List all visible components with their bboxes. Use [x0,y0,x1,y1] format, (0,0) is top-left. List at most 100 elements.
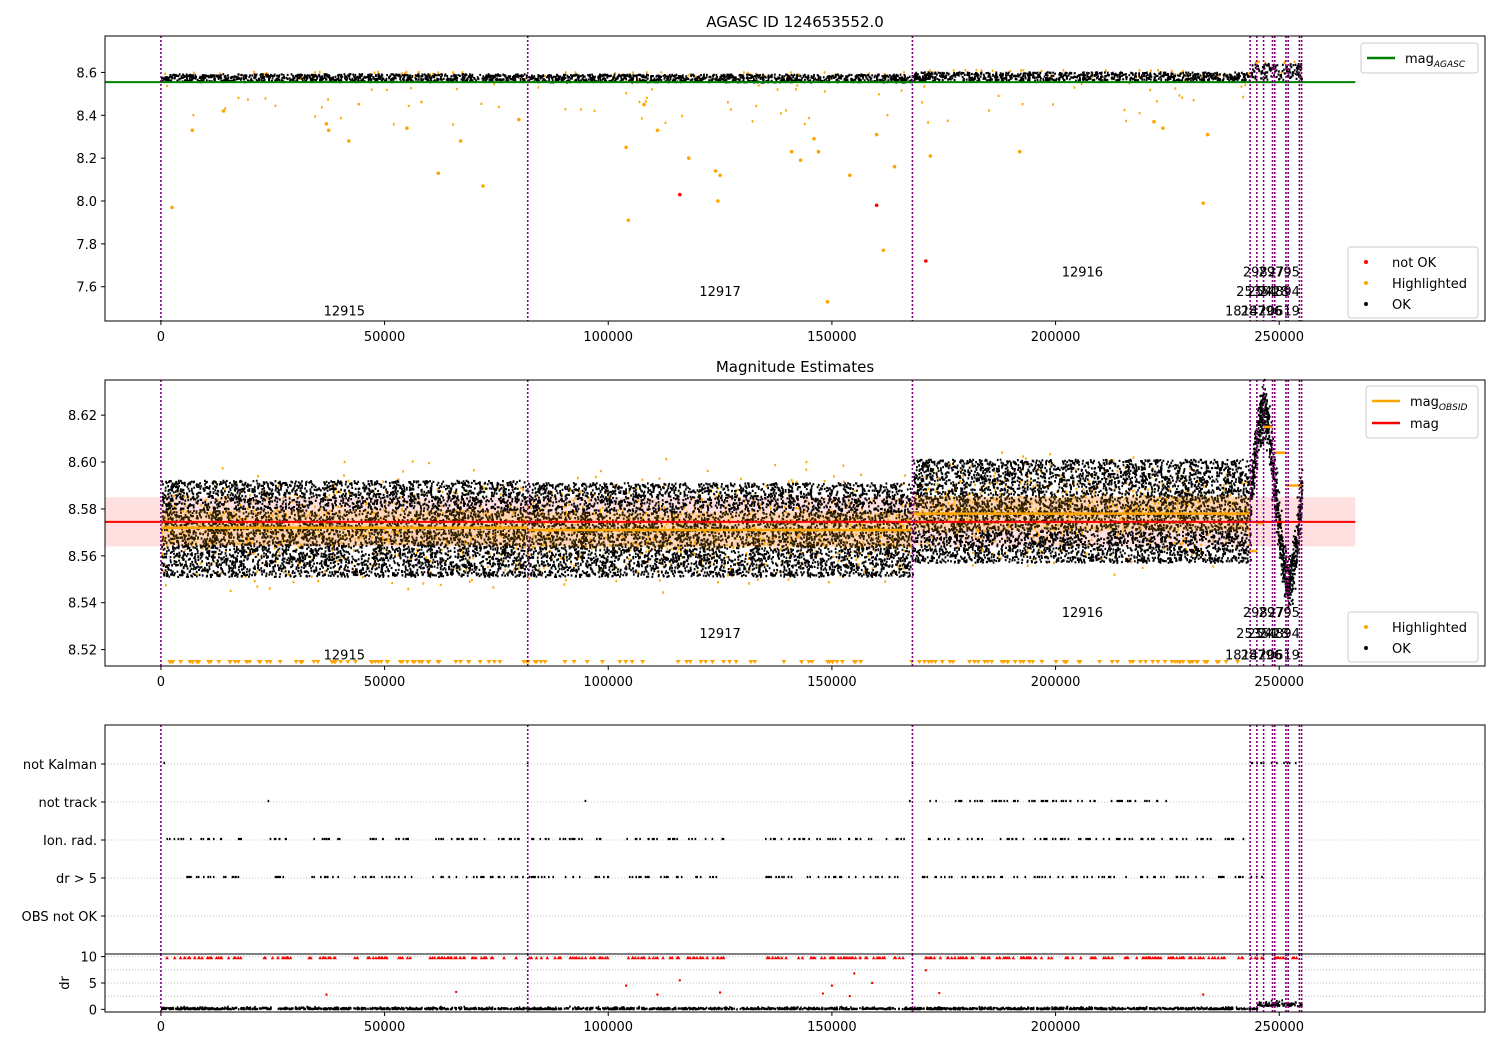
mag-legend-box [1347,611,1479,663]
flags-category-label: not Kalman [23,758,97,773]
agasc-not-ok-point [678,192,682,197]
agasc-highlighted-point [405,126,409,130]
agasc-obsid-label: 12915 [324,304,365,319]
agasc-ytick-label: 8.4 [76,109,97,124]
agasc-highlighted-point [481,184,485,188]
agasc-ytick-label: 8.0 [76,195,97,210]
agasc-obsid-label: 25428 [1247,285,1288,300]
dr-xtick-label: 100000 [583,1020,633,1035]
dr-xtick-label: 0 [157,1020,165,1035]
agasc-highlighted-point [816,149,821,154]
agasc-legend-label: Highlighted [1392,277,1467,292]
mag-legend-marker [1364,646,1368,650]
dr-ytick-label: 10 [80,951,97,966]
agasc-ytick-label: 8.2 [76,152,97,167]
panel-flags: not Kalman not track Ion. rad. dr > 5 OBS no… [22,724,1486,955]
mag-obsid-label: 25428 [1247,627,1288,642]
agasc-obsid-label: 12916 [1062,266,1103,281]
agasc-highlighted-point [458,139,463,143]
agasc-ytick-label: 7.8 [76,238,97,253]
mag-xtick-label: 0 [157,675,165,690]
mag-ytick-label: 8.56 [68,550,97,565]
panel-magnitude-title: Magnitude Estimates [716,358,874,376]
agasc-highlighted-point [847,173,852,178]
agasc-xtick-label: 150000 [807,330,857,345]
agasc-highlighted-point [892,164,897,169]
agasc-highlighted-point [516,117,521,122]
dr-xtick-label: 150000 [807,1020,857,1035]
mag-obsid-label: 12916 [1062,606,1103,621]
dr-outlier-point [938,991,941,995]
dr-ytick-label: 0 [89,1003,97,1018]
agasc-legend-sub: AGASC [1433,60,1466,70]
agasc-highlighted-point [1017,149,1022,154]
agasc-highlighted-point [324,122,329,126]
dr-outlier-point [325,993,328,996]
agasc-highlighted-point [1205,132,1210,137]
dr-outlier-point [1201,993,1205,996]
dr-xtick-label: 250000 [1254,1020,1304,1035]
mag-ytick-label: 8.54 [68,597,97,612]
agasc-highlighted-point [812,137,816,141]
agasc-highlighted-point [436,171,441,175]
dr-outlier-point [656,993,659,996]
panel-agasc: AGASC ID 124653552.0 129151291712916 2982… [76,13,1486,345]
agasc-xtick-label: 0 [157,330,165,345]
mag-legend-marker [1364,625,1368,629]
agasc-highlighted-point [642,102,646,107]
agasc-highlighted-point [190,128,195,133]
agasc-highlighted-point [789,149,794,154]
dr-outlier-point [870,981,874,985]
agasc-highlighted-point [326,128,331,133]
agasc-highlighted-point [624,145,628,150]
agasc-highlighted-point [881,248,886,253]
agasc-highlighted-point [686,156,691,160]
flags-category-label: OBS not OK [22,910,98,925]
mag-ytick-label: 8.52 [68,644,97,659]
mag-ytick-label: 8.62 [68,409,97,424]
dr-outlier-point [624,984,628,987]
flags-category-label: Ion. rad. [43,834,97,849]
mag-obsid-label: 12917 [699,627,740,642]
agasc-obsid-label: 29795 [1259,266,1300,281]
agasc-highlighted-point [798,158,803,163]
agasc-highlighted-point [718,173,722,178]
agasc-highlighted-point [655,128,660,133]
mag-obsid-label: 29795 [1259,606,1300,621]
dr-outlier-point [830,984,834,987]
agasc-highlighted-point [626,218,631,223]
mag-obsid-label: 12915 [324,648,365,663]
mag-xtick-label: 200000 [1031,675,1081,690]
mag-ytick-label: 8.58 [68,503,97,518]
agasc-legend-label: OK [1392,298,1411,313]
dr-xtick-label: 50000 [364,1020,405,1035]
agasc-highlighted-point [1152,119,1156,124]
agasc-highlighted-point [716,199,720,203]
agasc-not-ok-point [924,259,928,263]
agasc-legend-marker [1364,302,1368,306]
dr-outlier-point [848,994,851,998]
agasc-highlighted-point [928,154,933,158]
dr-outlier-point [454,990,458,994]
agasc-xtick-label: 250000 [1254,330,1304,345]
dr-outlier-point [853,972,856,975]
agasc-obsid-label: 12917 [699,285,740,300]
dr-outlier-point [718,991,722,994]
panel-agasc-title: AGASC ID 124653552.0 [706,13,884,31]
mag-ytick-label: 8.60 [68,456,97,471]
agasc-highlighted-point [1201,201,1205,205]
agasc-highlighted-point [346,139,351,143]
mag-obsid-label: 20619 [1259,648,1300,663]
agasc-legend-marker [1364,260,1368,264]
agasc-obsid-label: 20619 [1259,304,1300,319]
mag-xtick-label: 100000 [583,675,633,690]
flags-category-label: not track [38,796,97,811]
agasc-xtick-label: 100000 [583,330,633,345]
panel-dr: dr 0 50000 100000 150000 200000 250000 0 5 10 [58,951,1486,1035]
agasc-highlighted-point [170,205,174,210]
mag-legend-sub: OBSID [1439,403,1468,413]
agasc-highlighted-point [825,299,830,304]
dr-outlier-point [924,969,928,972]
agasc-xtick-label: 50000 [364,330,405,345]
agasc-highlighted-point [1161,126,1165,130]
